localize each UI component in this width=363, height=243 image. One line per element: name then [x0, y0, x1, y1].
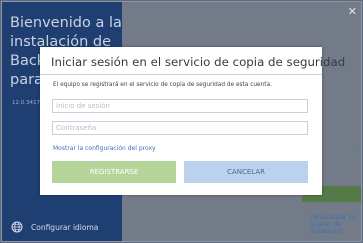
dialog-description: El equipo se registrará en el servicio d… — [53, 82, 272, 88]
dialog-title: Iniciar sesión en el servicio de copia d… — [51, 55, 346, 69]
globe-icon — [11, 221, 23, 233]
customize-settings-link[interactable]: Personalizar los ajustes de instalación — [310, 214, 361, 235]
version-label: 12.0.3417 — [12, 100, 40, 106]
cancel-button[interactable]: CANCELAR — [184, 161, 308, 183]
password-field[interactable] — [52, 121, 308, 135]
close-icon[interactable]: ✕ — [348, 6, 357, 17]
configure-language-link[interactable]: Configurar idioma — [11, 221, 98, 233]
login-field[interactable] — [52, 99, 308, 113]
title-divider — [40, 74, 322, 75]
proxy-settings-link[interactable]: Mostrar la configuración del proxy — [53, 145, 156, 152]
register-button[interactable]: REGISTRARSE — [52, 161, 176, 183]
language-label: Configurar idioma — [31, 222, 99, 232]
login-dialog: Iniciar sesión en el servicio de copia d… — [40, 47, 345, 195]
obscured-text-fragment: x — [353, 143, 357, 151]
